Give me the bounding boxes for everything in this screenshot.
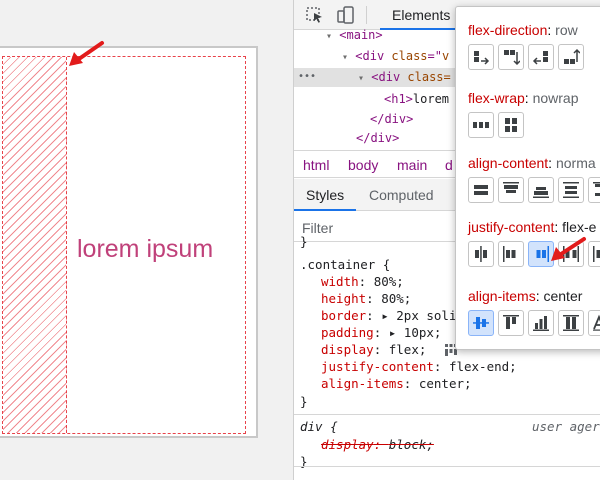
justify-content-space-around-button[interactable] bbox=[588, 241, 600, 267]
align-content-center-icon bbox=[474, 185, 488, 195]
user-agent-label: user ager bbox=[532, 419, 600, 434]
decl-display[interactable]: display: flex; bbox=[321, 341, 426, 358]
align-items-center-icon bbox=[473, 317, 489, 329]
breadcrumb-html[interactable]: html bbox=[303, 157, 329, 173]
justify-content-center-button[interactable] bbox=[468, 241, 494, 267]
label-align-content: align-content: norma bbox=[468, 155, 596, 171]
flex-container-outline: lorem ipsum bbox=[0, 46, 258, 438]
align-content-space-between-button[interactable] bbox=[588, 177, 600, 203]
rule-brace-close-div: } bbox=[300, 454, 308, 469]
flex-direction-row-reverse-button[interactable] bbox=[528, 44, 554, 70]
rule-selector-container[interactable]: .container { bbox=[300, 256, 390, 273]
breadcrumb-body[interactable]: body bbox=[348, 157, 378, 173]
align-items-center-button[interactable] bbox=[468, 310, 494, 336]
nowrap-icon bbox=[473, 122, 489, 128]
annotation-arrow-icon bbox=[69, 41, 104, 66]
rule-divider-bottom bbox=[294, 466, 600, 467]
justify-center-icon bbox=[475, 246, 487, 262]
breadcrumb-div[interactable]: d bbox=[445, 157, 453, 173]
free-space-hatch bbox=[3, 57, 67, 433]
section-align-content: align-content: norma bbox=[468, 155, 600, 203]
filter-input[interactable] bbox=[302, 219, 452, 237]
flex-wrap-wrap-button[interactable] bbox=[498, 112, 524, 138]
align-content-start-button[interactable] bbox=[498, 177, 524, 203]
decl-padding[interactable]: padding: ▸ 10px; bbox=[321, 324, 441, 341]
direction-row-icon bbox=[474, 51, 490, 65]
align-items-end-button[interactable] bbox=[528, 310, 554, 336]
rule-divider bbox=[294, 414, 600, 415]
section-flex-wrap: flex-wrap: nowrap bbox=[468, 90, 579, 138]
dom-node-close-div-inner[interactable]: </div> bbox=[370, 110, 413, 128]
rule-brace-top: } bbox=[300, 234, 308, 249]
tab-elements[interactable]: Elements bbox=[392, 7, 450, 23]
flex-container-overlay: lorem ipsum bbox=[2, 56, 246, 434]
dom-node-main[interactable]: ▾ <main> bbox=[326, 26, 383, 44]
inspect-element-icon[interactable] bbox=[305, 6, 325, 24]
align-items-start-icon bbox=[503, 315, 519, 329]
page-viewport: lorem ipsum bbox=[0, 0, 293, 480]
decl-display-overridden[interactable]: display: block; bbox=[321, 436, 434, 453]
align-items-start-button[interactable] bbox=[498, 310, 524, 336]
align-items-stretch-button[interactable] bbox=[558, 310, 584, 336]
align-content-end-button[interactable] bbox=[528, 177, 554, 203]
decl-height[interactable]: height: 80%; bbox=[321, 290, 411, 307]
tab-styles[interactable]: Styles bbox=[306, 187, 344, 203]
rule-brace-close: } bbox=[300, 394, 308, 409]
flex-direction-row-button[interactable] bbox=[468, 44, 494, 70]
device-toolbar-icon[interactable] bbox=[336, 6, 356, 24]
breadcrumb-main[interactable]: main bbox=[397, 157, 427, 173]
flexbox-editor-popover: flex-direction: row flex-wrap: nowrap al… bbox=[455, 6, 600, 350]
align-items-end-icon bbox=[533, 316, 549, 331]
align-items-baseline-button[interactable] bbox=[588, 310, 600, 336]
align-content-space-between-icon bbox=[593, 182, 600, 196]
label-align-items: align-items: center bbox=[468, 288, 583, 304]
flex-direction-column-button[interactable] bbox=[498, 44, 524, 70]
dom-node-h1[interactable]: <h1>lorem bbox=[384, 90, 449, 108]
decl-justify-content[interactable]: justify-content: flex-end; bbox=[321, 358, 517, 375]
decl-width[interactable]: width: 80%; bbox=[321, 273, 404, 290]
justify-space-around-icon bbox=[593, 246, 600, 262]
flex-direction-column-reverse-button[interactable] bbox=[558, 44, 584, 70]
justify-start-icon bbox=[503, 246, 516, 262]
dom-node-close-div-outer[interactable]: </div> bbox=[356, 129, 399, 147]
justify-content-start-button[interactable] bbox=[498, 241, 524, 267]
tab-styles-indicator bbox=[294, 209, 356, 211]
wrap-icon bbox=[505, 118, 517, 132]
rule-selector-div[interactable]: div { bbox=[300, 418, 338, 435]
decl-border[interactable]: border: ▸ 2px soli bbox=[321, 307, 456, 324]
direction-row-reverse-icon bbox=[532, 51, 548, 65]
align-content-center-button[interactable] bbox=[468, 177, 494, 203]
align-items-stretch-icon bbox=[563, 315, 579, 331]
align-content-space-around-icon bbox=[563, 182, 579, 198]
align-content-start-icon bbox=[503, 182, 519, 193]
align-content-space-around-button[interactable] bbox=[558, 177, 584, 203]
annotation-arrow-icon bbox=[551, 237, 586, 261]
flex-wrap-nowrap-button[interactable] bbox=[468, 112, 494, 138]
tab-computed[interactable]: Computed bbox=[369, 187, 434, 203]
decl-align-items[interactable]: align-items: center; bbox=[321, 375, 472, 392]
align-content-end-icon bbox=[533, 187, 549, 198]
label-flex-wrap: flex-wrap: nowrap bbox=[468, 90, 579, 106]
direction-column-reverse-icon bbox=[564, 48, 580, 64]
dom-node-div-container[interactable]: ▾ <div class= bbox=[358, 68, 451, 86]
label-justify-content: justify-content: flex-e bbox=[468, 219, 597, 235]
label-flex-direction: flex-direction: row bbox=[468, 22, 578, 38]
dom-node-div-outer[interactable]: ▾ <div class="v bbox=[342, 47, 449, 65]
section-flex-direction: flex-direction: row bbox=[468, 22, 584, 70]
heading-lorem-ipsum: lorem ipsum bbox=[77, 235, 214, 263]
align-items-baseline-icon bbox=[593, 314, 600, 331]
dom-ellipsis[interactable]: ••• bbox=[298, 68, 316, 86]
direction-column-icon bbox=[504, 50, 520, 66]
toolbar-divider bbox=[366, 6, 367, 24]
section-justify-content: justify-content: flex-e bbox=[468, 219, 600, 267]
section-align-items: align-items: center bbox=[468, 288, 600, 336]
